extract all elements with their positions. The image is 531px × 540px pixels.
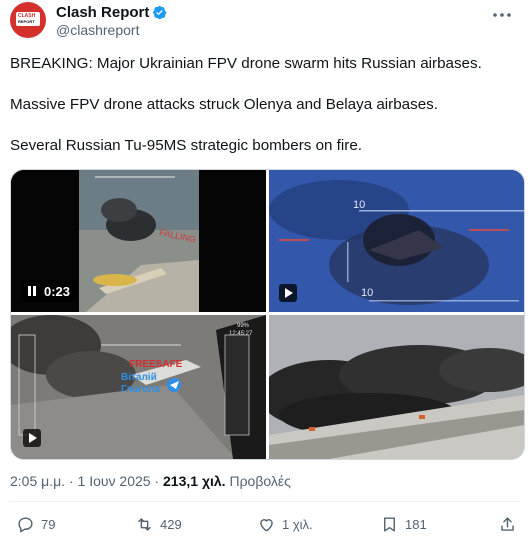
video-3-play-icon[interactable] — [23, 429, 41, 447]
more-options-icon[interactable] — [491, 6, 513, 24]
hud-readout-2: 12:45:27 — [229, 331, 253, 337]
tweet-time[interactable]: 2:05 μ.μ. — [10, 473, 65, 489]
pause-icon — [28, 286, 36, 296]
overlay-text-1: Віталій — [121, 372, 157, 383]
bookmark-icon — [384, 516, 395, 532]
tweet-header: CLASH REPORT Clash Report @clashreport — [10, 0, 521, 44]
like-button[interactable]: 1 χιλ. — [257, 512, 313, 536]
image-4-thumbnail — [269, 315, 524, 459]
share-icon — [501, 516, 514, 531]
like-count: 1 χιλ. — [282, 516, 313, 532]
hud-label-bottom: 10 — [361, 287, 373, 299]
hud-readout: 99% — [237, 323, 250, 329]
verified-badge-icon[interactable] — [152, 5, 167, 20]
views-count: 213,1 χιλ. — [163, 473, 226, 489]
bookmark-count: 181 — [405, 516, 427, 532]
image-4[interactable] — [269, 315, 524, 459]
tweet-text-line-3: Several Russian Tu-95MS strategic bomber… — [10, 137, 362, 154]
tweet-meta: 2:05 μ.μ. · 1 Ιουν 2025 · 213,1 χιλ. Προ… — [10, 473, 291, 489]
tweet-text-line-1: BREAKING: Major Ukrainian FPV drone swar… — [10, 55, 482, 72]
overlay-tag: FREESAFE — [129, 359, 183, 370]
divider — [10, 501, 521, 502]
avatar-logo-line2: REPORT — [18, 19, 35, 24]
overlay-text-2: Глагола — [121, 384, 160, 395]
meta-separator-2: · — [154, 473, 160, 489]
tweet-text: BREAKING: Major Ukrainian FPV drone swar… — [10, 54, 515, 155]
clash-report-logo: CLASH REPORT — [16, 12, 40, 26]
video-3[interactable]: FREESAFE Віталій Глагола 99% 12:45:27 — [11, 315, 266, 459]
action-bar: 79 429 1 χιλ. 181 — [10, 512, 521, 540]
handle[interactable]: @clashreport — [56, 22, 139, 38]
tweet-date[interactable]: 1 Ιουν 2025 — [78, 473, 151, 489]
repost-button[interactable]: 429 — [135, 512, 182, 536]
video-3-thumbnail: FREESAFE Віталій Глагола 99% 12:45:27 — [11, 315, 266, 459]
reply-button[interactable]: 79 — [16, 512, 55, 536]
views-label: Προβολές — [229, 473, 291, 489]
reply-count: 79 — [41, 516, 56, 532]
display-name-row: Clash Report — [56, 3, 167, 21]
display-name[interactable]: Clash Report — [56, 4, 149, 21]
avatar[interactable]: CLASH REPORT — [10, 2, 46, 38]
tweet-text-line-2: Massive FPV drone attacks struck Olenya … — [10, 96, 438, 113]
video-1[interactable]: FALLING 0:23 — [11, 170, 266, 312]
reply-icon — [18, 516, 33, 532]
heart-icon — [260, 518, 273, 532]
repost-count: 429 — [160, 516, 182, 532]
video-2-play-icon[interactable] — [279, 284, 297, 302]
hud-label-top: 10 — [353, 199, 365, 211]
share-button[interactable] — [498, 512, 517, 536]
bookmark-button[interactable]: 181 — [380, 512, 427, 536]
repost-icon — [138, 517, 151, 531]
media-grid: FALLING 0:23 10 10 FREESAFE Віталій Глаг… — [10, 169, 525, 460]
video-2-thumbnail: 10 10 — [269, 170, 524, 312]
video-2[interactable]: 10 10 — [269, 170, 524, 312]
meta-separator-1: · — [68, 473, 74, 489]
video-1-time: 0:23 — [44, 283, 71, 299]
video-duration-badge[interactable]: 0:23 — [21, 280, 78, 302]
